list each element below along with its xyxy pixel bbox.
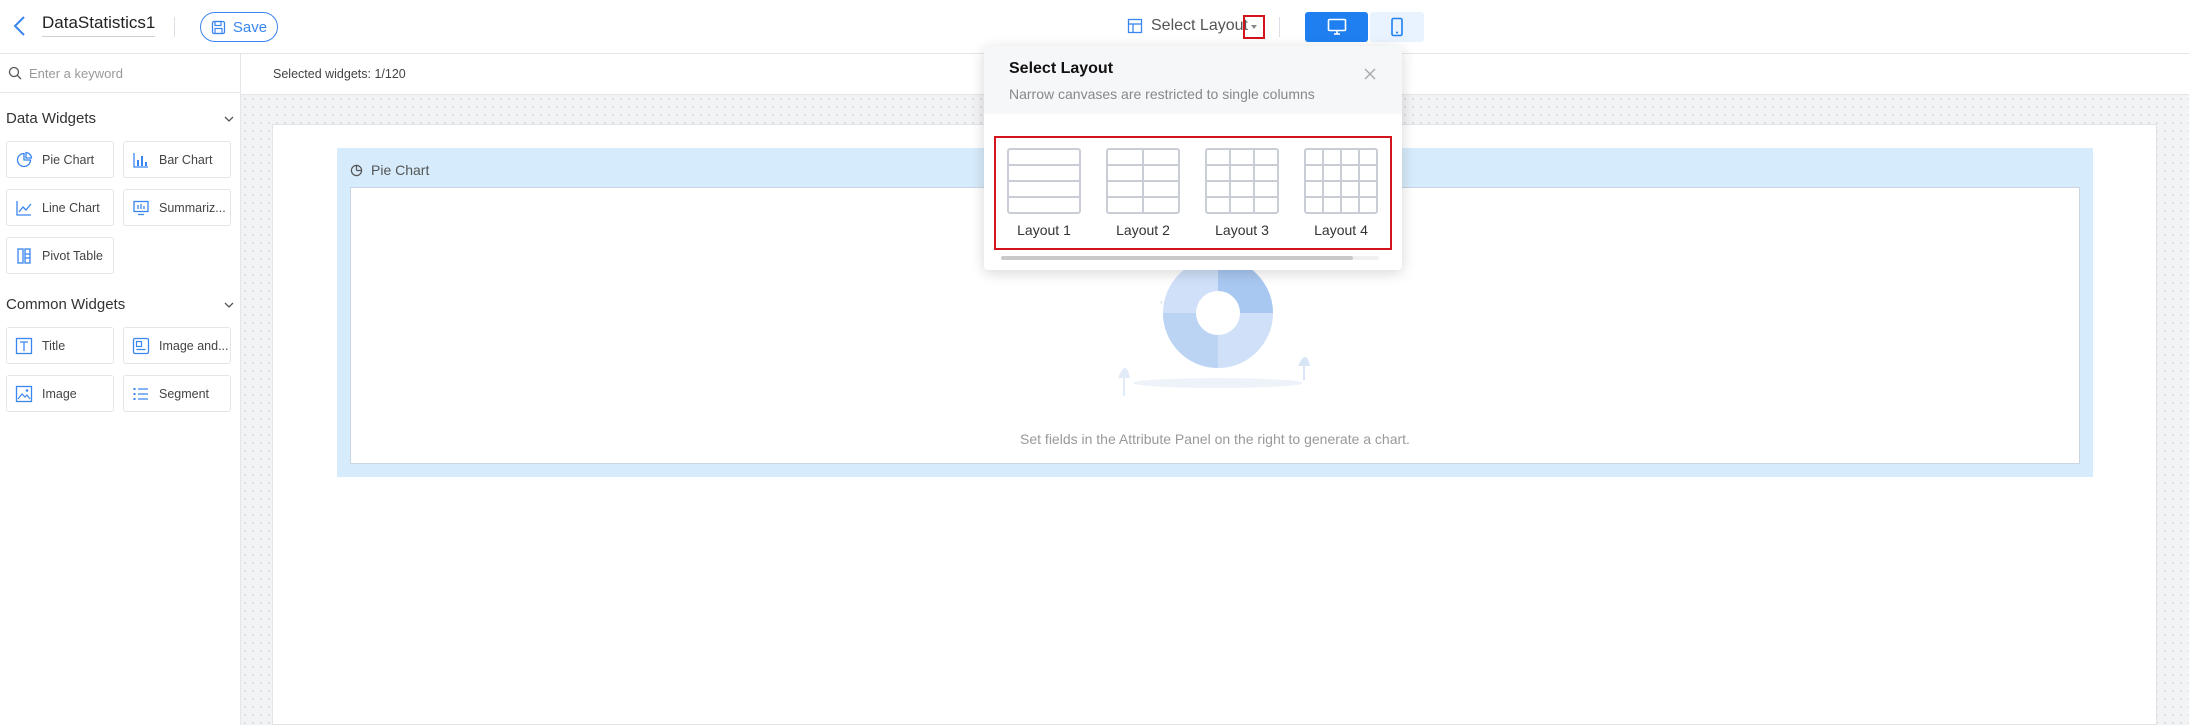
layout-option-1[interactable]: Layout 1 bbox=[1004, 148, 1084, 238]
widget-pie-chart[interactable]: Pie Chart bbox=[6, 141, 114, 178]
pivot-table-icon bbox=[17, 247, 31, 264]
divider bbox=[174, 17, 175, 37]
widget-label: Line Chart bbox=[42, 200, 100, 215]
widget-title[interactable]: Title bbox=[6, 327, 114, 364]
desktop-icon bbox=[1327, 18, 1346, 35]
widget-segment[interactable]: Segment bbox=[123, 375, 231, 412]
section-common-widgets[interactable]: Common Widgets bbox=[6, 296, 234, 313]
search-bar bbox=[0, 54, 240, 93]
widget-label: Title bbox=[42, 338, 66, 353]
popover-subtitle: Narrow canvases are restricted to single… bbox=[1009, 86, 1315, 102]
widget-label: Image bbox=[42, 386, 77, 401]
widget-line-chart[interactable]: Line Chart bbox=[6, 189, 114, 226]
layout-2-icon bbox=[1106, 148, 1180, 214]
widget-label: Segment bbox=[159, 386, 210, 401]
save-icon bbox=[211, 20, 226, 34]
widget-pivot-table[interactable]: Pivot Table bbox=[6, 237, 114, 274]
layout-dropdown-toggle[interactable] bbox=[1243, 15, 1265, 39]
title-icon bbox=[15, 337, 33, 354]
widget-summary[interactable]: Summariz... bbox=[123, 189, 231, 226]
select-layout-button[interactable]: Select Layout bbox=[1127, 14, 1248, 38]
svg-text:·: · bbox=[1158, 291, 1165, 313]
pie-chart-icon bbox=[16, 151, 33, 167]
widget-label: Bar Chart bbox=[159, 152, 213, 167]
mobile-icon bbox=[1391, 17, 1403, 37]
widget-header: Pie Chart bbox=[350, 162, 429, 178]
layout-icon bbox=[1127, 18, 1143, 34]
selected-widgets-count: Selected widgets: 1/120 bbox=[273, 67, 406, 81]
widget-sidebar: Data Widgets Pie Chart Bar Chart Line Ch… bbox=[0, 54, 241, 725]
desktop-view-button[interactable] bbox=[1305, 12, 1368, 42]
bar-chart-icon bbox=[133, 152, 148, 168]
mobile-view-button[interactable] bbox=[1370, 12, 1424, 42]
pie-chart-icon bbox=[350, 164, 363, 176]
scrollbar-thumb[interactable] bbox=[1001, 256, 1353, 260]
widget-image[interactable]: Image bbox=[6, 375, 114, 412]
layout-options: Layout 1 Layout 2 Layout 3 Layout 4 bbox=[994, 136, 1392, 250]
layout-label: Layout 1 bbox=[1017, 222, 1071, 238]
summary-icon bbox=[133, 200, 149, 215]
close-icon[interactable] bbox=[1362, 66, 1378, 82]
popover-title: Select Layout bbox=[1009, 60, 1114, 77]
horizontal-scrollbar[interactable] bbox=[1001, 256, 1379, 260]
section-title: Data Widgets bbox=[6, 110, 97, 127]
layout-1-icon bbox=[1007, 148, 1081, 214]
line-chart-icon bbox=[16, 200, 32, 216]
popover-header: Select Layout Narrow canvases are restri… bbox=[984, 46, 1402, 114]
chevron-down-icon bbox=[224, 116, 234, 122]
layout-option-2[interactable]: Layout 2 bbox=[1103, 148, 1183, 238]
select-layout-popover: Select Layout Narrow canvases are restri… bbox=[984, 46, 1402, 270]
layout-3-icon bbox=[1205, 148, 1279, 214]
image-text-icon bbox=[132, 337, 150, 354]
chevron-down-icon bbox=[224, 302, 234, 308]
section-title: Common Widgets bbox=[6, 296, 126, 313]
layout-label: Layout 4 bbox=[1314, 222, 1368, 238]
layout-option-3[interactable]: Layout 3 bbox=[1202, 148, 1282, 238]
widget-label: Summariz... bbox=[159, 200, 226, 215]
widget-title: Pie Chart bbox=[371, 162, 430, 178]
widget-label: Pie Chart bbox=[42, 152, 95, 167]
layout-option-4[interactable]: Layout 4 bbox=[1301, 148, 1381, 238]
divider bbox=[1279, 17, 1280, 37]
widget-label: Image and... bbox=[159, 338, 229, 353]
widget-label: Pivot Table bbox=[42, 248, 103, 263]
layout-label: Layout 3 bbox=[1215, 222, 1269, 238]
layout-label: Layout 2 bbox=[1116, 222, 1170, 238]
back-arrow-icon[interactable] bbox=[10, 14, 30, 38]
save-button[interactable]: Save bbox=[200, 12, 278, 42]
empty-chart-message: Set fields in the Attribute Panel on the… bbox=[1020, 431, 1410, 447]
search-input[interactable] bbox=[29, 65, 229, 81]
search-icon bbox=[8, 66, 22, 80]
layout-4-icon bbox=[1304, 148, 1378, 214]
image-icon bbox=[15, 385, 33, 402]
widget-image-and-text[interactable]: Image and... bbox=[123, 327, 231, 364]
segment-icon bbox=[133, 387, 148, 400]
caret-down-icon bbox=[1251, 25, 1257, 29]
save-label: Save bbox=[232, 18, 268, 36]
widget-bar-chart[interactable]: Bar Chart bbox=[123, 141, 231, 178]
section-data-widgets[interactable]: Data Widgets bbox=[6, 110, 234, 127]
select-layout-label: Select Layout bbox=[1151, 17, 1248, 34]
document-title[interactable]: DataStatistics1 bbox=[42, 13, 156, 37]
